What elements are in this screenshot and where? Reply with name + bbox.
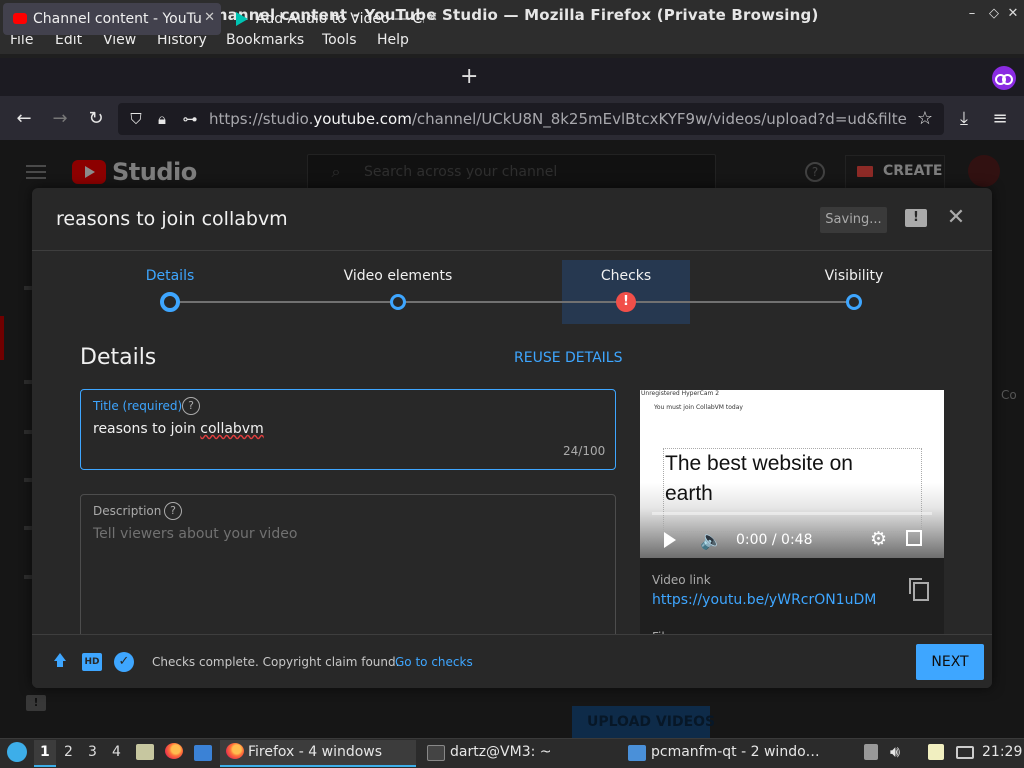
- youtube-favicon-icon: [13, 13, 27, 24]
- workspace-2[interactable]: 2: [64, 744, 73, 760]
- video-frame-line-1: The best website on: [665, 452, 853, 475]
- description-field-label: Description: [93, 504, 162, 518]
- video-progress-bar[interactable]: [652, 512, 932, 515]
- workspace-4[interactable]: 4: [112, 744, 121, 760]
- video-watermark: Unregistered HyperCam 2: [641, 390, 720, 397]
- title-field-value[interactable]: reasons to join collabvm: [93, 421, 264, 437]
- stepper-track: [170, 301, 854, 303]
- taskbar-firefox-label: Firefox - 4 windows: [248, 744, 383, 760]
- step-video-elements-dot[interactable]: [390, 294, 406, 310]
- file-manager-icon[interactable]: [136, 744, 154, 760]
- details-heading: Details: [80, 345, 157, 370]
- volume-icon[interactable]: 🔈: [700, 530, 722, 551]
- clock: 21:29: [982, 744, 1023, 760]
- dialog-divider: [32, 250, 992, 251]
- workspace-3[interactable]: 3: [88, 744, 97, 760]
- new-tab-button[interactable]: +: [460, 64, 478, 89]
- tab-label: Channel content - YouTub: [33, 11, 201, 27]
- tab-close-icon[interactable]: ✕: [204, 10, 215, 25]
- go-to-checks-link[interactable]: Go to checks: [395, 655, 473, 669]
- folder-icon: [628, 745, 646, 761]
- tab-close-icon[interactable]: ✕: [427, 10, 438, 25]
- next-button[interactable]: NEXT: [916, 644, 984, 680]
- step-visibility-dot[interactable]: [846, 294, 862, 310]
- footer-status-text: Checks complete. Copyright claim found.: [152, 655, 400, 669]
- desktop-icon[interactable]: [194, 745, 212, 761]
- workspace-1[interactable]: 1: [40, 744, 50, 760]
- checks-complete-icon[interactable]: ✓: [114, 652, 134, 672]
- video-small-caption: You must join CollabVM today: [654, 404, 743, 411]
- lock-icon[interactable]: 🔒︎: [150, 107, 174, 131]
- video-link[interactable]: https://youtu.be/yWRcrON1uDM: [652, 592, 876, 608]
- settings-gear-icon[interactable]: ⚙: [870, 528, 887, 550]
- fullscreen-icon[interactable]: [906, 530, 922, 546]
- title-char-counter: 24/100: [563, 444, 606, 458]
- video-link-label: Video link: [652, 573, 711, 587]
- send-feedback-icon[interactable]: !: [905, 209, 927, 227]
- play-icon[interactable]: [664, 532, 676, 548]
- taskbar-terminal-label[interactable]: dartz@VM3: ~: [450, 744, 552, 760]
- private-browsing-icon: [992, 66, 1016, 90]
- back-arrow-icon[interactable]: ←: [12, 107, 36, 131]
- title-help-icon[interactable]: ?: [182, 397, 200, 415]
- tab-bar: [0, 58, 1024, 96]
- step-details[interactable]: Details: [110, 268, 230, 284]
- terminal-icon: [427, 745, 445, 761]
- description-placeholder: Tell viewers about your video: [93, 526, 298, 542]
- bookmark-star-icon[interactable]: ☆: [913, 107, 937, 131]
- permissions-icon[interactable]: ⊶: [178, 107, 202, 131]
- title-field-label: Title (required): [93, 399, 183, 413]
- downloads-icon[interactable]: ⤓: [952, 107, 976, 131]
- step-visibility[interactable]: Visibility: [794, 268, 914, 284]
- firefox-taskbar-icon: [226, 743, 244, 759]
- taskbar-files-label[interactable]: pcmanfm-qt - 2 windo…: [651, 744, 820, 760]
- step-checks-error-icon[interactable]: !: [616, 292, 636, 312]
- start-menu-icon[interactable]: [7, 742, 27, 762]
- reuse-details-button[interactable]: REUSE DETAILS: [514, 350, 623, 366]
- tab-label: Add Audio to Video — Cli: [256, 11, 424, 27]
- step-details-dot[interactable]: [160, 292, 180, 312]
- video-time: 0:00 / 0:48: [736, 532, 813, 548]
- hd-processing-icon[interactable]: HD: [82, 653, 102, 671]
- upload-status-icon[interactable]: [52, 653, 68, 671]
- description-help-icon[interactable]: ?: [164, 502, 182, 520]
- maximize-button[interactable]: ◇: [984, 4, 1004, 24]
- dialog-close-icon[interactable]: ✕: [944, 206, 968, 230]
- tab-channel-content[interactable]: Channel content - YouTub ✕: [3, 3, 221, 35]
- copy-icon[interactable]: [909, 578, 929, 601]
- clideo-favicon-icon: [236, 12, 248, 26]
- reload-icon[interactable]: ↻: [84, 107, 108, 131]
- clipboard-icon[interactable]: [864, 744, 878, 760]
- firefox-launcher-icon[interactable]: [165, 743, 183, 759]
- notes-icon[interactable]: [928, 744, 944, 760]
- video-frame-line-2: earth: [665, 482, 713, 505]
- minimize-button[interactable]: –: [962, 4, 982, 24]
- saving-status-badge: Saving...: [820, 207, 887, 233]
- app-menu-icon[interactable]: ≡: [988, 107, 1012, 131]
- window-close-button[interactable]: ✕: [1003, 4, 1023, 24]
- speaker-icon[interactable]: 🔊︎: [890, 742, 900, 762]
- url-text[interactable]: https://studio.youtube.com/channel/UCkU8…: [209, 110, 907, 128]
- step-video-elements[interactable]: Video elements: [338, 268, 458, 284]
- forward-arrow-icon[interactable]: →: [48, 107, 72, 131]
- clipped-text: Co: [1001, 388, 1017, 402]
- network-icon[interactable]: [956, 746, 974, 759]
- shield-icon[interactable]: ⛉: [124, 107, 148, 131]
- step-checks[interactable]: Checks: [566, 268, 686, 284]
- tab-add-audio[interactable]: Add Audio to Video — Cli ✕: [226, 3, 444, 35]
- dialog-title: reasons to join collabvm: [56, 208, 288, 230]
